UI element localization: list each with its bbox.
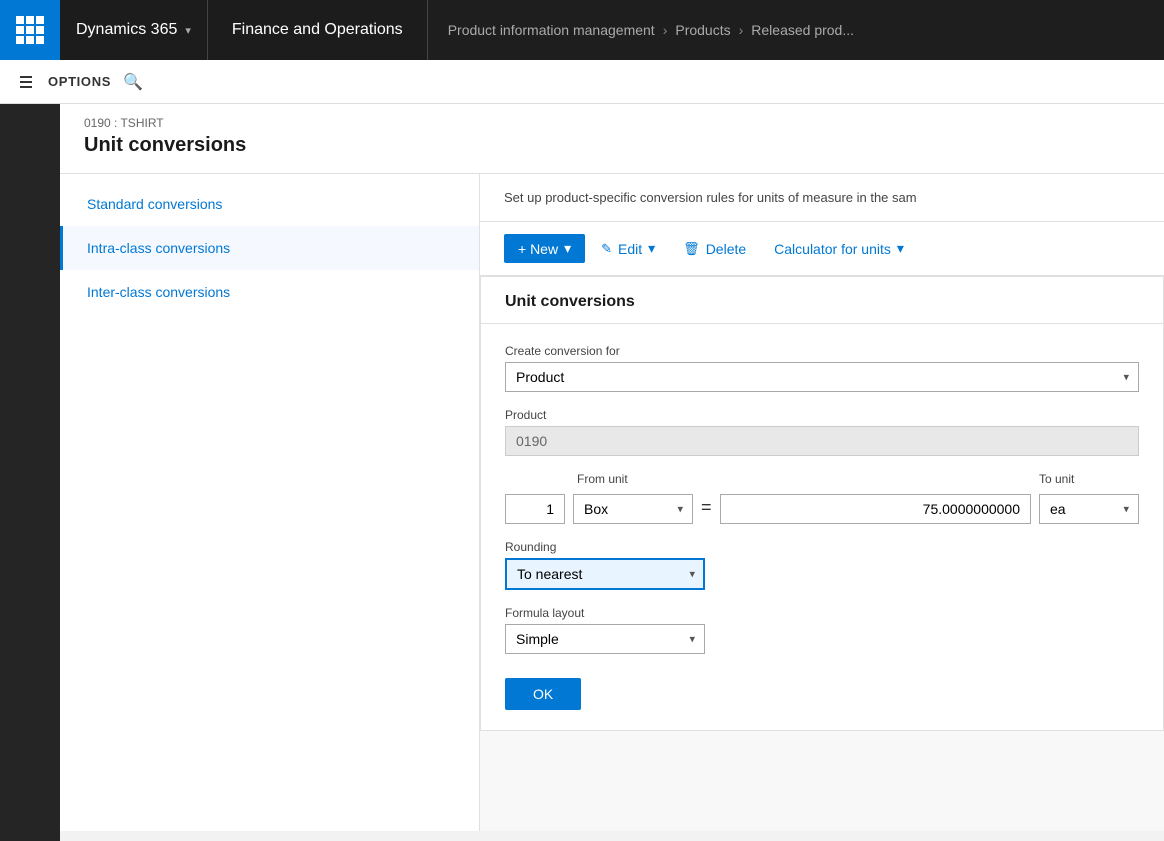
- to-value-input[interactable]: [720, 494, 1031, 524]
- formula-layout-label: Formula layout: [505, 606, 1139, 620]
- edit-chevron-icon: ▾: [648, 240, 655, 257]
- nav-item-interclass-label: Inter-class conversions: [87, 284, 230, 300]
- brand-chevron: ▾: [185, 24, 191, 37]
- calculator-button[interactable]: Calculator for units ▾: [762, 234, 916, 263]
- page-title: Unit conversions: [84, 134, 1140, 157]
- brand-name[interactable]: Dynamics 365 ▾: [60, 0, 208, 60]
- nav-item-interclass[interactable]: Inter-class conversions: [60, 270, 479, 314]
- main-layout: 0190 : TSHIRT Unit conversions Standard …: [0, 104, 1164, 841]
- new-button-label: + New: [518, 241, 558, 257]
- search-icon[interactable]: 🔍: [123, 72, 143, 92]
- content-body: Standard conversions Intra-class convers…: [60, 174, 1164, 831]
- new-chevron-icon: ▾: [564, 240, 571, 257]
- formula-layout-select[interactable]: Simple Advanced: [505, 624, 705, 654]
- edit-button[interactable]: ✎ Edit ▾: [589, 234, 667, 263]
- delete-icon: 🗑: [683, 241, 700, 257]
- ok-button[interactable]: OK: [505, 678, 581, 710]
- to-unit-select-wrapper: ea Box kg lb ▾: [1039, 494, 1139, 524]
- edit-button-label: Edit: [618, 241, 642, 257]
- from-unit-select-wrapper: Box ea kg lb ▾: [573, 494, 693, 524]
- conversion-labels-row: From unit To unit: [505, 472, 1139, 490]
- formula-layout-group: Formula layout Simple Advanced ▾: [505, 606, 1139, 654]
- delete-button[interactable]: 🗑 Delete: [671, 235, 758, 263]
- options-label: OPTIONS: [48, 74, 111, 89]
- calculator-button-label: Calculator for units: [774, 241, 891, 257]
- form-body: Create conversion for Product Variant ▾: [481, 324, 1163, 730]
- form-panel: Unit conversions Create conversion for P…: [480, 276, 1164, 731]
- nav-item-standard-label: Standard conversions: [87, 196, 222, 212]
- nav-item-intraclass[interactable]: Intra-class conversions: [60, 226, 479, 270]
- info-banner-text: Set up product-specific conversion rules…: [504, 190, 917, 205]
- secondary-toolbar: OPTIONS 🔍: [0, 60, 1164, 104]
- left-nav-panel: Standard conversions Intra-class convers…: [60, 174, 480, 831]
- from-unit-select[interactable]: Box ea kg lb: [573, 494, 693, 524]
- top-navigation: Dynamics 365 ▾ Finance and Operations Pr…: [0, 0, 1164, 60]
- to-unit-column-label: To unit: [1039, 472, 1139, 486]
- app-name-label: Finance and Operations: [232, 21, 403, 39]
- from-unit-column-label: From unit: [577, 472, 697, 486]
- nav-item-standard[interactable]: Standard conversions: [60, 182, 479, 226]
- content-area: 0190 : TSHIRT Unit conversions Standard …: [60, 104, 1164, 841]
- breadcrumb-item1[interactable]: Product information management: [448, 22, 655, 38]
- edit-icon: ✎: [601, 241, 612, 257]
- nav-item-intraclass-label: Intra-class conversions: [87, 240, 230, 256]
- info-banner: Set up product-specific conversion rules…: [480, 174, 1164, 222]
- action-toolbar: + New ▾ ✎ Edit ▾ 🗑 Delete Calculator for…: [480, 222, 1164, 276]
- breadcrumb-sep1: ›: [663, 22, 668, 38]
- product-group: Product: [505, 408, 1139, 456]
- equals-sign: =: [701, 497, 712, 524]
- from-number-input[interactable]: [505, 494, 565, 524]
- product-label: Product: [505, 408, 1139, 422]
- create-conversion-select[interactable]: Product Variant: [505, 362, 1139, 392]
- app-name: Finance and Operations: [208, 0, 428, 60]
- breadcrumb-sep2: ›: [739, 22, 744, 38]
- form-panel-title: Unit conversions: [481, 277, 1163, 324]
- rounding-group: Rounding To nearest Up Down ▾: [505, 540, 1139, 590]
- create-conversion-select-wrapper: Product Variant ▾: [505, 362, 1139, 392]
- sidebar-narrow: [0, 104, 60, 841]
- brand-label: Dynamics 365: [76, 21, 177, 39]
- rounding-select[interactable]: To nearest Up Down: [505, 558, 705, 590]
- conversion-fields-group: From unit To unit Box ea: [505, 472, 1139, 524]
- rounding-label: Rounding: [505, 540, 1139, 554]
- create-conversion-group: Create conversion for Product Variant ▾: [505, 344, 1139, 392]
- app-launcher-icon: [16, 16, 44, 44]
- breadcrumb-item3[interactable]: Released prod...: [751, 22, 854, 38]
- rounding-select-wrapper: To nearest Up Down ▾: [505, 558, 705, 590]
- ok-button-label: OK: [533, 686, 553, 702]
- to-unit-select[interactable]: ea Box kg lb: [1039, 494, 1139, 524]
- page-header: 0190 : TSHIRT Unit conversions: [60, 104, 1164, 174]
- nav-breadcrumb: Product information management › Product…: [428, 0, 1164, 60]
- conversion-row: Box ea kg lb ▾ =: [505, 494, 1139, 524]
- new-button[interactable]: + New ▾: [504, 234, 585, 263]
- product-input: [505, 426, 1139, 456]
- calculator-chevron-icon: ▾: [897, 240, 904, 257]
- page-breadcrumb: 0190 : TSHIRT: [84, 116, 1140, 130]
- delete-button-label: Delete: [706, 241, 746, 257]
- hamburger-menu-icon[interactable]: [16, 72, 36, 92]
- app-launcher-button[interactable]: [0, 0, 60, 60]
- right-panel: Set up product-specific conversion rules…: [480, 174, 1164, 831]
- create-conversion-label: Create conversion for: [505, 344, 1139, 358]
- breadcrumb-item2[interactable]: Products: [675, 22, 730, 38]
- formula-layout-select-wrapper: Simple Advanced ▾: [505, 624, 705, 654]
